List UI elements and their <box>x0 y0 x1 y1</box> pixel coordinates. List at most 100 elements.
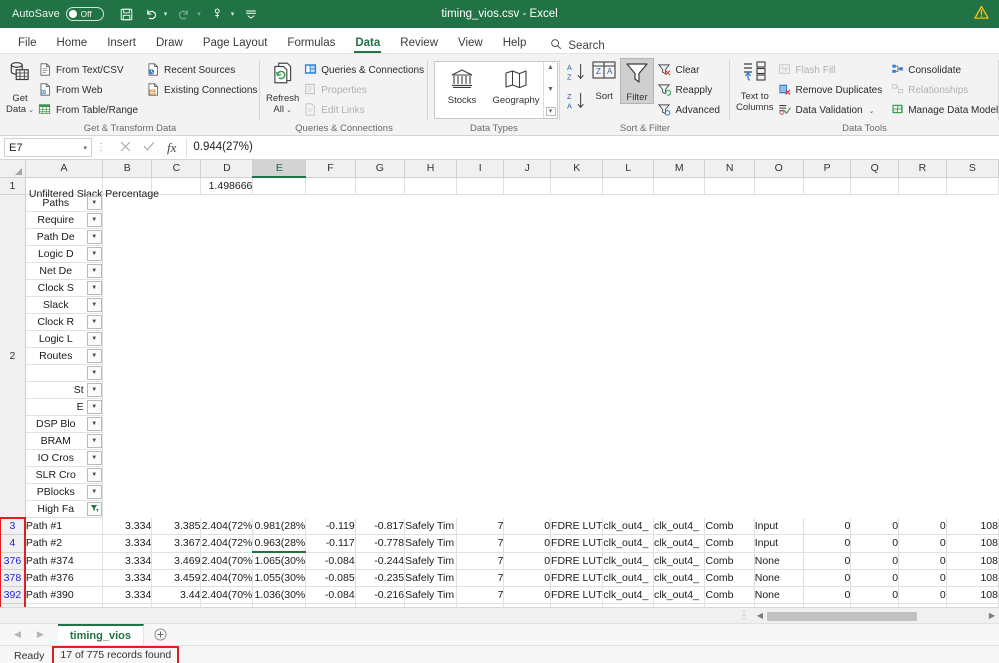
filter-dropdown-icon[interactable]: ▼ <box>86 467 102 482</box>
horizontal-scrollbar[interactable]: ⋮ ◀ ▶ <box>0 607 999 623</box>
scroll-left-arrow-icon[interactable]: ◀ <box>753 611 767 620</box>
cell-empty[interactable] <box>252 177 307 195</box>
cell-empty[interactable] <box>503 177 552 195</box>
touch-mode-icon[interactable] <box>207 3 229 25</box>
cell-k376[interactable]: FDRE LUT <box>550 552 604 570</box>
tab-home[interactable]: Home <box>47 34 98 53</box>
cell-empty[interactable] <box>754 177 804 195</box>
cell-i378[interactable]: 7 <box>456 569 505 587</box>
column-filter-header-n[interactable]: DSP Blo ▼ <box>25 415 103 433</box>
table-row[interactable]: 3 Path #1 3.334 3.385 2.404(72% 0.981(28% -0.1… <box>0 517 999 535</box>
column-filter-header-l[interactable]: St ▼ <box>25 381 103 399</box>
filter-dropdown-icon[interactable]: ▼ <box>86 246 102 261</box>
name-box-caret-icon[interactable]: ▾ <box>83 144 87 152</box>
get-data-button[interactable]: Get Data ⌄ <box>6 58 34 116</box>
data-validation-caret-icon[interactable]: ⌄ <box>869 107 875 115</box>
column-filter-header-d[interactable]: Logic D ▼ <box>25 245 103 263</box>
scroll-up-icon[interactable]: ▲ <box>547 64 554 71</box>
table-row[interactable]: 376 Path #374 3.334 3.469 2.404(70% 1.065(30%… <box>0 552 999 570</box>
tab-review[interactable]: Review <box>390 34 448 53</box>
cell-s4[interactable]: 108 <box>946 534 999 553</box>
cell-e378[interactable]: 1.055(30% <box>252 569 307 587</box>
cell-empty[interactable] <box>946 177 999 195</box>
cell-h4[interactable]: Safely Tim <box>404 534 457 553</box>
formula-input[interactable]: 0.944(27%) <box>186 138 999 157</box>
cell-n4[interactable]: Comb <box>704 534 755 553</box>
cell-j392[interactable]: 0 <box>503 586 552 604</box>
undo-dropdown-caret-icon[interactable]: ▾ <box>164 10 168 18</box>
cell-empty[interactable] <box>803 177 852 195</box>
table-row[interactable]: 392 Path #390 3.334 3.44 2.404(70% 1.036(30% -… <box>0 586 999 604</box>
text-to-columns-button[interactable]: Text to Columns <box>736 58 774 113</box>
column-header-g[interactable]: G <box>355 160 406 178</box>
cell-p392[interactable]: 0 <box>803 586 852 604</box>
cell-r376[interactable]: 0 <box>898 552 947 570</box>
tab-view[interactable]: View <box>448 34 493 53</box>
cell-empty[interactable] <box>550 177 604 195</box>
reapply-filter-button[interactable]: Reapply <box>654 81 724 100</box>
cell-d3[interactable]: 2.404(72% <box>200 517 254 535</box>
cell-l4[interactable]: clk_out4_ <box>602 534 654 553</box>
confirm-checkmark-icon[interactable] <box>143 141 155 155</box>
cell-f4[interactable]: -0.117 <box>305 534 356 553</box>
cell-c4[interactable]: 3.367 <box>151 534 202 553</box>
sheet-tab-timing-vios[interactable]: timing_vios <box>57 624 144 645</box>
filter-dropdown-icon[interactable]: ▼ <box>86 331 102 346</box>
cell-d1-unfiltered-slack-percentage-value[interactable]: 1.498666 <box>200 177 254 195</box>
cell-d378[interactable]: 2.404(70% <box>200 569 254 587</box>
row-header-378[interactable]: 378 <box>0 569 26 587</box>
column-header-p[interactable]: P <box>803 160 852 178</box>
column-header-f[interactable]: F <box>305 160 356 178</box>
customize-quick-access-icon[interactable] <box>240 3 262 25</box>
filter-dropdown-icon[interactable]: ▼ <box>86 433 102 448</box>
cell-p3[interactable]: 0 <box>803 517 852 535</box>
cell-e3[interactable]: 0.981(28% <box>252 517 307 535</box>
cell-i392[interactable]: 7 <box>456 586 505 604</box>
cell-n392[interactable]: Comb <box>704 586 755 604</box>
column-header-b[interactable]: B <box>102 160 153 178</box>
cancel-icon[interactable] <box>120 141 131 155</box>
queries-and-connections-button[interactable]: Queries & Connections <box>299 61 428 80</box>
cell-q378[interactable]: 0 <box>850 569 900 587</box>
cell-f3[interactable]: -0.119 <box>305 517 356 535</box>
filter-dropdown-icon[interactable]: ▼ <box>86 195 102 210</box>
cell-empty[interactable] <box>404 177 457 195</box>
filter-dropdown-icon[interactable]: ▼ <box>86 348 102 363</box>
table-row[interactable]: 4 Path #2 3.334 3.367 2.404(72% 0.963(28% -0.1… <box>0 534 999 553</box>
cell-r3[interactable]: 0 <box>898 517 947 535</box>
cell-q3[interactable]: 0 <box>850 517 900 535</box>
filter-dropdown-icon[interactable]: ▼ <box>86 365 102 380</box>
touch-mode-caret-icon[interactable]: ▾ <box>231 10 235 18</box>
scroll-right-arrow-icon[interactable]: ▶ <box>985 611 999 620</box>
add-sheet-icon[interactable] <box>144 624 177 645</box>
selected-cell-e7[interactable]: 0.963(28% <box>252 534 307 553</box>
column-header-h[interactable]: H <box>404 160 457 178</box>
formula-bar-expand-handle[interactable]: ⋮ <box>92 142 110 153</box>
column-filter-header-i[interactable]: Logic L ▼ <box>25 330 103 348</box>
filter-dropdown-icon[interactable]: ▼ <box>86 212 102 227</box>
name-box[interactable]: E7 ▾ <box>4 138 92 157</box>
cell-i376[interactable]: 7 <box>456 552 505 570</box>
scroll-down-icon[interactable]: ▼ <box>547 86 554 93</box>
cell-empty[interactable] <box>305 177 356 195</box>
cell-o378[interactable]: None <box>754 569 804 587</box>
cell-g392[interactable]: -0.216 <box>355 586 406 604</box>
from-web-button[interactable]: From Web <box>34 81 142 100</box>
cell-c3[interactable]: 3.385 <box>151 517 202 535</box>
cell-g376[interactable]: -0.244 <box>355 552 406 570</box>
column-header-j[interactable]: J <box>503 160 552 178</box>
stocks-button[interactable]: Stocks <box>435 62 489 118</box>
cell-h392[interactable]: Safely Tim <box>404 586 457 604</box>
filter-button[interactable]: Filter <box>620 58 654 104</box>
cell-k4[interactable]: FDRE LUT <box>550 534 604 553</box>
filter-dropdown-icon[interactable]: ▼ <box>86 416 102 431</box>
cell-s378[interactable]: 108 <box>946 569 999 587</box>
cell-s392[interactable]: 108 <box>946 586 999 604</box>
cell-k392[interactable]: FDRE LUT <box>550 586 604 604</box>
cell-r4[interactable]: 0 <box>898 534 947 553</box>
cell-f392[interactable]: -0.084 <box>305 586 356 604</box>
row-header-2[interactable]: 2 <box>0 194 26 518</box>
tab-file[interactable]: File <box>8 34 47 53</box>
cell-c376[interactable]: 3.469 <box>151 552 202 570</box>
undo-icon[interactable] <box>140 3 162 25</box>
